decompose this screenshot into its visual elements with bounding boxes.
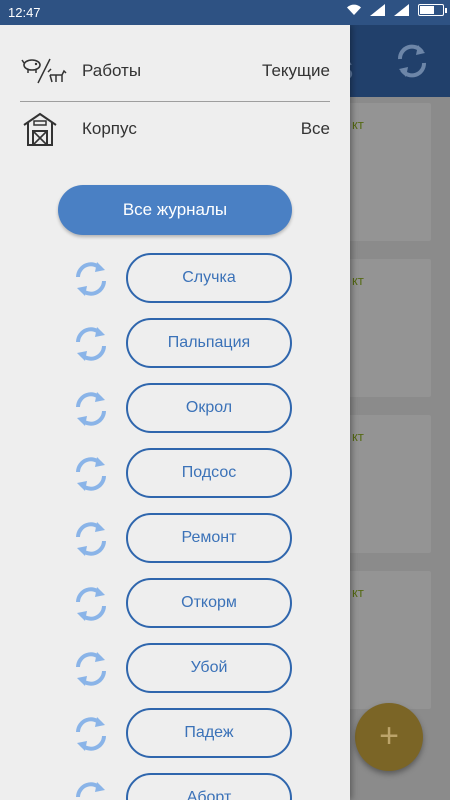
sync-icon[interactable] <box>72 715 110 753</box>
sync-icon[interactable] <box>72 585 110 623</box>
journal-row: Окрол <box>0 383 350 433</box>
sync-icon[interactable] <box>72 390 110 428</box>
refresh-icon[interactable] <box>392 41 432 81</box>
sync-icon[interactable] <box>72 455 110 493</box>
journal-row: Случка <box>0 253 350 303</box>
wifi-icon <box>347 4 361 16</box>
status-bar: 12:47 <box>0 0 450 25</box>
status-icons <box>346 4 447 16</box>
sync-icon[interactable] <box>72 325 110 363</box>
barn-icon <box>20 109 70 149</box>
background-card[interactable]: кт <box>338 571 431 709</box>
battery-icon <box>418 4 447 16</box>
journal-button[interactable]: Откорм <box>126 578 292 628</box>
journal-button[interactable]: Аборт <box>126 773 292 800</box>
journal-row: Убой <box>0 643 350 693</box>
journal-button[interactable]: Пальпация <box>126 318 292 368</box>
sync-icon[interactable] <box>72 520 110 558</box>
journal-button[interactable]: Падеж <box>126 708 292 758</box>
background-card[interactable]: кт <box>338 259 431 397</box>
journal-button[interactable]: Случка <box>126 253 292 303</box>
filter-building-value: Все <box>300 118 330 138</box>
journal-row: Подсос <box>0 448 350 498</box>
all-journals-button[interactable]: Все журналы <box>58 185 292 235</box>
background-card[interactable]: кт <box>338 103 431 241</box>
sync-icon[interactable] <box>72 260 110 298</box>
journal-button[interactable]: Окрол <box>126 383 292 433</box>
journal-button[interactable]: Ремонт <box>126 513 292 563</box>
navigation-drawer: Работы Текущие Корпус Все Все журналы Сл… <box>0 25 350 800</box>
journal-row: Аборт <box>0 773 350 800</box>
status-time: 12:47 <box>8 5 41 20</box>
journal-button[interactable]: Подсос <box>126 448 292 498</box>
journal-row: Пальпация <box>0 318 350 368</box>
signal-icon <box>370 4 385 16</box>
journal-row: Откорм <box>0 578 350 628</box>
journal-row: Ремонт <box>0 513 350 563</box>
signal-icon-2 <box>394 4 409 16</box>
journal-button[interactable]: Убой <box>126 643 292 693</box>
filter-building[interactable]: Корпус Все <box>20 101 330 156</box>
sync-icon[interactable] <box>72 780 110 800</box>
filter-works[interactable]: Работы Текущие <box>20 43 330 98</box>
journal-row: Падеж <box>0 708 350 758</box>
filter-works-value: Текущие <box>262 60 330 80</box>
livestock-icon <box>20 51 70 91</box>
add-fab-button[interactable]: + <box>355 703 423 771</box>
background-card[interactable]: кт <box>338 415 431 553</box>
filter-works-label: Работы <box>82 60 142 80</box>
sync-icon[interactable] <box>72 650 110 688</box>
filter-building-label: Корпус <box>82 118 137 138</box>
